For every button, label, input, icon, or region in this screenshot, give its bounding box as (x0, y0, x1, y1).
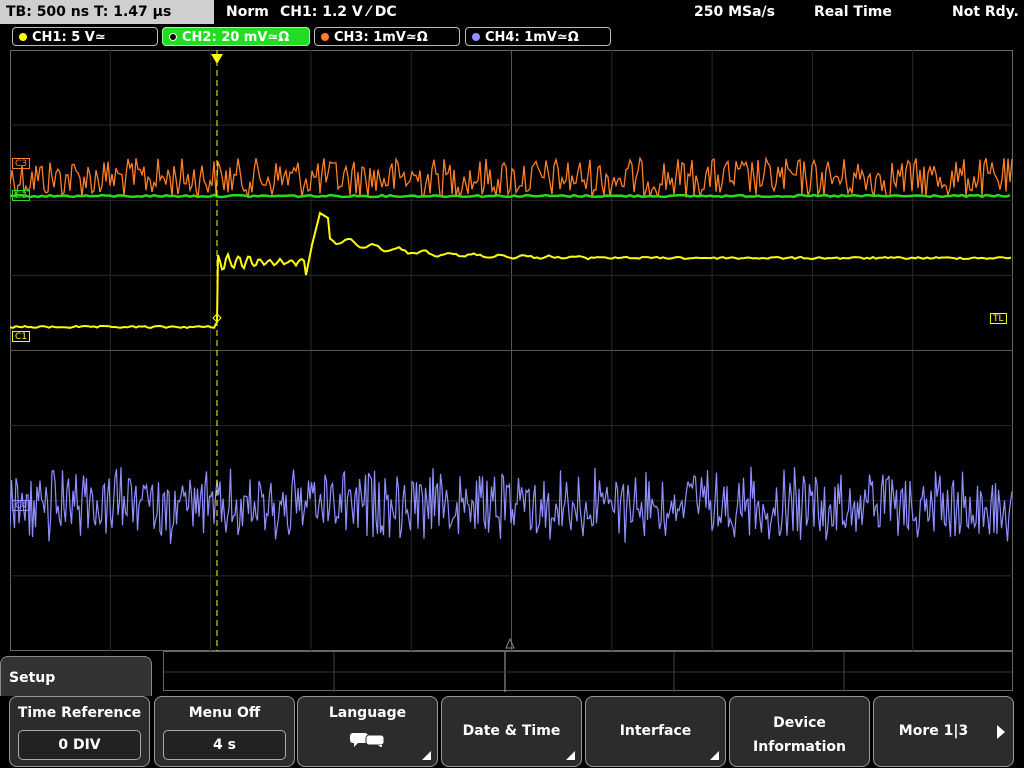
submenu-corner-icon (422, 751, 431, 760)
trigger-mode[interactable]: Norm (226, 0, 269, 24)
channel-label: CH3: 1mV≃Ω (334, 30, 428, 45)
submenu-corner-icon (710, 751, 719, 760)
menu-off-button[interactable]: Menu Off 4 s (154, 696, 295, 767)
ch1-trace (10, 211, 1012, 329)
submenu-corner-icon (566, 751, 575, 760)
status-bar: TB: 500 ns T: 1.47 µs Norm CH1: 1.2 V ⁄ … (0, 0, 1024, 26)
waveform-canvas[interactable] (10, 50, 1013, 651)
channel-tab-ch2[interactable]: CH2: 20 mV≃Ω (162, 27, 310, 46)
interface-button[interactable]: Interface (585, 696, 726, 767)
ch3-color-icon (321, 33, 329, 41)
time-reference-icon (505, 637, 515, 649)
arrow-right-icon (997, 725, 1005, 739)
button-label: Information (753, 739, 846, 755)
trigger-readout[interactable]: CH1: 1.2 V ⁄ DC (280, 0, 397, 24)
channel-tab-ch3[interactable]: CH3: 1mV≃Ω (314, 27, 460, 46)
date-time-button[interactable]: Date & Time (441, 696, 582, 767)
channel-bar: CH1: 5 V≃ CH2: 20 mV≃Ω CH3: 1mV≃Ω CH4: 1… (0, 26, 1024, 48)
ch1-color-icon (19, 33, 27, 41)
trigger-status: Not Rdy. (952, 4, 1019, 20)
timebase-readout[interactable]: TB: 500 ns T: 1.47 µs (0, 0, 214, 24)
ch4-color-icon (472, 33, 480, 41)
ch2-offset-marker[interactable]: C2 (12, 190, 31, 201)
button-label: Interface (619, 723, 692, 739)
sample-rate: 250 MSa/s (694, 4, 776, 20)
ch4-offset-marker[interactable]: C4 (12, 500, 31, 511)
channel-tab-ch4[interactable]: CH4: 1mV≃Ω (465, 27, 611, 46)
device-information-button[interactable]: Device Information (729, 696, 870, 767)
button-label: More 1|3 (898, 723, 969, 739)
graticule (10, 50, 1013, 651)
acquisition-mode: Real Time (814, 4, 892, 20)
trigger-position-icon[interactable] (211, 54, 223, 64)
button-label: Date & Time (462, 723, 561, 739)
trigger-level-marker[interactable]: TL (990, 313, 1007, 324)
speech-bubble-icon (349, 733, 384, 747)
time-reference-button[interactable]: Time Reference 0 DIV (9, 696, 150, 767)
channel-label: CH2: 20 mV≃Ω (182, 30, 290, 45)
menu-off-value: 4 s (163, 730, 286, 760)
ch2-trace (10, 193, 1011, 199)
channel-label: CH4: 1mV≃Ω (485, 30, 579, 45)
ch3-offset-marker[interactable]: C3 (12, 158, 31, 169)
button-label: Language (328, 705, 407, 721)
time-reference-value: 0 DIV (18, 730, 141, 760)
button-label: Menu Off (188, 705, 261, 721)
zoom-overview-panel (163, 651, 1014, 692)
channel-label: CH1: 5 V≃ (32, 30, 106, 45)
channel-tab-ch1[interactable]: CH1: 5 V≃ (12, 27, 158, 46)
ch1-offset-marker[interactable]: C1 (12, 331, 31, 342)
button-label: Device (773, 715, 826, 731)
ch2-color-icon (169, 33, 177, 41)
softkey-menu: Time Reference 0 DIV Menu Off 4 s Langua… (0, 696, 1024, 768)
language-button[interactable]: Language (297, 696, 438, 767)
more-button[interactable]: More 1|3 (873, 696, 1014, 767)
menu-title-setup: Setup (0, 656, 152, 696)
button-label: Time Reference (17, 705, 142, 721)
